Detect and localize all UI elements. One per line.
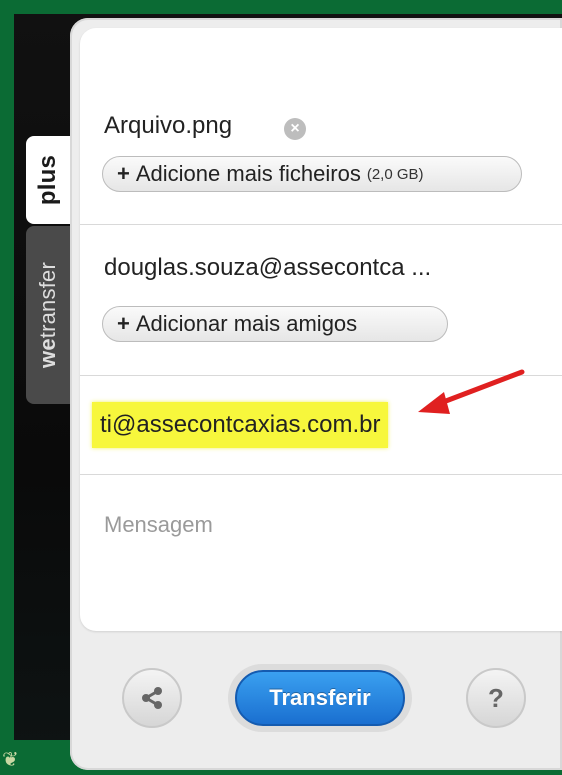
divider xyxy=(80,224,562,225)
transfer-button[interactable]: Transferir xyxy=(235,670,405,726)
sender-email-field[interactable]: ti@assecontcaxias.com.br xyxy=(92,402,389,448)
tab-wetransfer[interactable]: wetransfer xyxy=(26,226,70,404)
plus-icon: + xyxy=(117,161,130,186)
size-limit: (2,0 GB) xyxy=(366,165,424,183)
transfer-button-wrap: Transferir xyxy=(228,664,412,732)
message-input[interactable]: Mensagem xyxy=(104,512,213,538)
help-icon: ? xyxy=(488,682,504,713)
tab-wetransfer-label: wetransfer xyxy=(35,262,61,368)
corner-leaf-icon: ❦ xyxy=(2,749,19,771)
add-friends-label: Adicionar mais amigos xyxy=(135,311,358,336)
add-files-label: Adicione mais ficheiros xyxy=(135,161,361,186)
sender-email-value: ti@assecontcaxias.com.br xyxy=(100,411,381,438)
wetransfer-rest-text: transfer xyxy=(35,262,60,339)
tab-plus-label: plus xyxy=(34,154,62,206)
red-arrow-annotation xyxy=(418,369,525,414)
add-files-button[interactable]: + Adicione mais ficheiros (2,0 GB) xyxy=(102,156,522,192)
tab-plus[interactable]: plus xyxy=(26,136,70,224)
divider xyxy=(80,474,562,475)
plus-icon: + xyxy=(117,311,130,336)
remove-file-icon[interactable]: × xyxy=(284,118,306,140)
share-icon xyxy=(142,687,162,709)
share-button[interactable] xyxy=(122,668,182,728)
help-button[interactable]: ? xyxy=(466,668,526,728)
friend-email[interactable]: douglas.souza@assecontca ... xyxy=(104,254,431,282)
add-friends-button[interactable]: + Adicionar mais amigos xyxy=(102,306,448,342)
wetransfer-bold-text: we xyxy=(35,338,60,368)
file-name: Arquivo.png xyxy=(104,112,233,139)
